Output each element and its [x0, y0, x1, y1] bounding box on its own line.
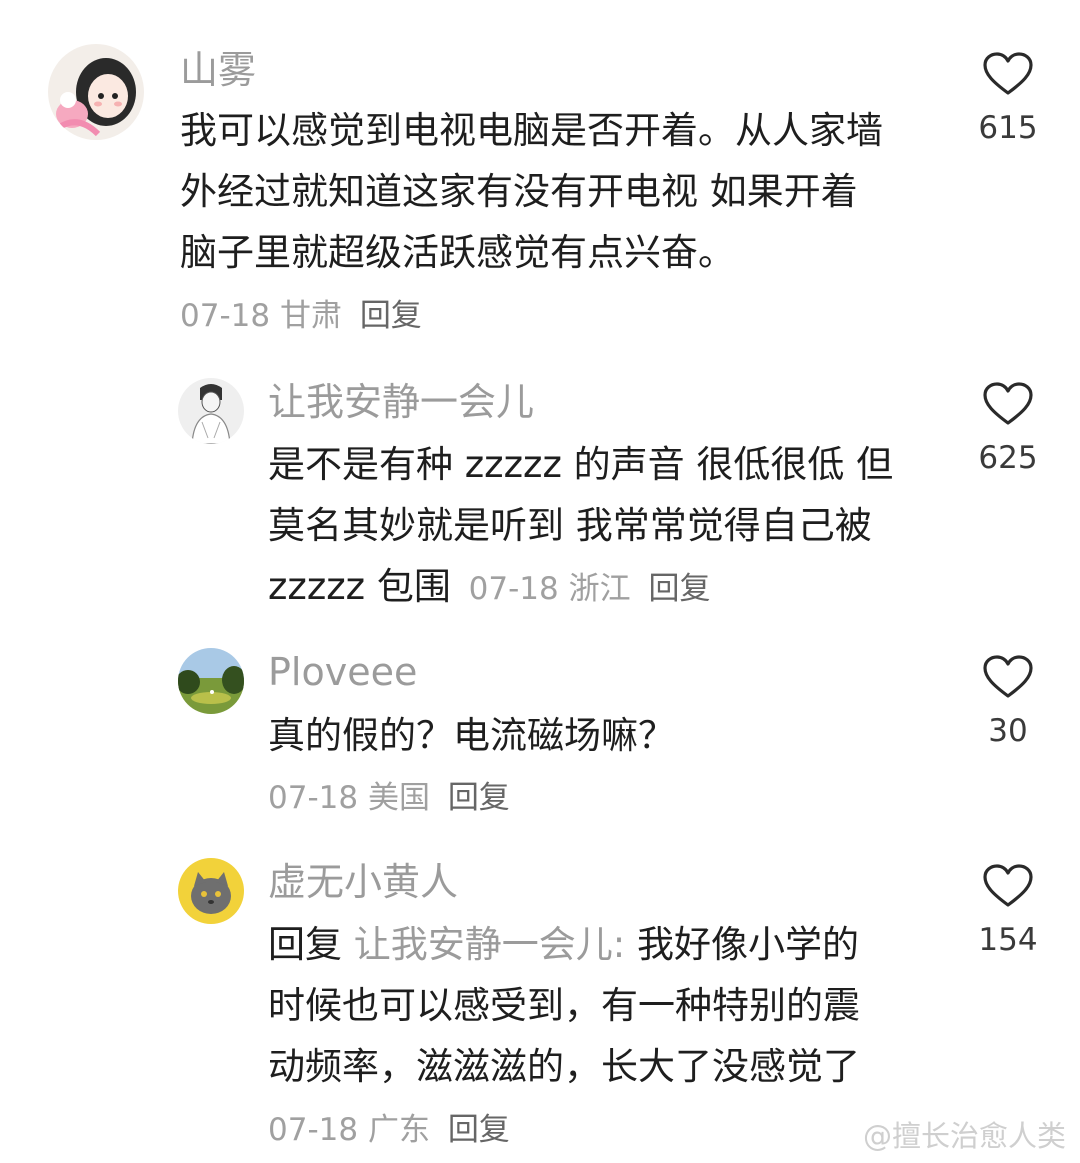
heart-icon: [983, 655, 1033, 698]
comment-text-line: 我可以感觉到电视电脑是否开着。从人家墙: [180, 109, 883, 152]
comment-text-line: 真的假的？电流磁场嘛？: [268, 714, 675, 757]
comment-location: 广东: [367, 1112, 430, 1148]
comment-location: 浙江: [568, 571, 631, 607]
comment-text: 是不是有种 zzzzz 的声音 很低很低 但 莫名其妙就是听到 我常常觉得自己被…: [268, 434, 948, 620]
comment-meta: 07-18 广东 回复: [268, 1110, 510, 1150]
comment-meta: 07-18 甘肃 回复: [180, 296, 422, 336]
reply-target-username[interactable]: 让我安静一会儿:: [354, 923, 625, 966]
like-count: 615: [978, 110, 1038, 146]
comment-location: 甘肃: [279, 298, 342, 334]
comment-username[interactable]: 让我安静一会儿: [268, 380, 534, 424]
watermark: @擅长治愈人类: [862, 1119, 1066, 1153]
like-button[interactable]: 625: [968, 382, 1048, 476]
comment-text-line: 时候也可以感受到，有一种特别的震: [268, 984, 860, 1027]
like-count: 625: [978, 440, 1038, 476]
comment-text: 我可以感觉到电视电脑是否开着。从人家墙 外经过就知道这家有没有开电视 如果开着 …: [180, 100, 960, 283]
comment-location: 美国: [367, 780, 430, 816]
avatar[interactable]: [178, 858, 244, 924]
like-count: 154: [978, 922, 1038, 958]
avatar[interactable]: [178, 648, 244, 714]
heart-icon: [983, 52, 1033, 95]
comment-text-line: 动频率，滋滋滋的，长大了没感觉了: [268, 1045, 860, 1088]
anime-girl-avatar-icon: [48, 44, 144, 140]
comment-username[interactable]: 虚无小黄人: [268, 860, 458, 904]
reply-button[interactable]: 回复: [360, 298, 422, 334]
landscape-avatar-icon: [178, 648, 244, 714]
comment-date: 07-18: [268, 780, 359, 816]
comment-text-fragment: 我好像小学的: [625, 923, 859, 966]
like-button[interactable]: 154: [968, 864, 1048, 958]
comment-username[interactable]: 山雾: [180, 48, 256, 92]
heart-icon: [983, 864, 1033, 907]
like-button[interactable]: 615: [968, 52, 1048, 146]
like-button[interactable]: 30: [968, 655, 1048, 749]
comment-text: 真的假的？电流磁场嘛？: [268, 705, 948, 766]
comment-text-line: 回复 让我安静一会儿: 我好像小学的: [268, 914, 948, 975]
comment-text-line: 莫名其妙就是听到 我常常觉得自己被: [268, 504, 872, 547]
reply-button[interactable]: 回复: [448, 1112, 510, 1148]
comment-text-line: 是不是有种 zzzzz 的声音 很低很低 但: [268, 443, 894, 486]
sketch-person-avatar-icon: [178, 378, 244, 444]
avatar[interactable]: [178, 378, 244, 444]
reply-prefix: 回复: [268, 923, 354, 966]
cat-avatar-icon: [178, 858, 244, 924]
comment-meta: 07-18 美国 回复: [268, 778, 510, 818]
comment-meta: 07-18 浙江 回复: [469, 571, 711, 607]
heart-icon: [983, 382, 1033, 425]
comment-text-line: 外经过就知道这家有没有开电视 如果开着: [180, 170, 858, 213]
reply-button[interactable]: 回复: [448, 780, 510, 816]
comment-date: 07-18: [468, 571, 559, 607]
comment-text-line: 脑子里就超级活跃感觉有点兴奋。: [180, 231, 735, 274]
comment-text-line: zzzzz 包围 07-18 浙江 回复: [268, 556, 948, 620]
comment-text-fragment: zzzzz 包围: [268, 565, 451, 608]
comment-date: 07-18: [268, 1112, 359, 1148]
comment-date: 07-18: [180, 298, 271, 334]
avatar[interactable]: [48, 44, 144, 140]
comment-text: 回复 让我安静一会儿: 我好像小学的 时候也可以感受到，有一种特别的震 动频率，…: [268, 914, 948, 1097]
like-count: 30: [988, 713, 1028, 749]
reply-button[interactable]: 回复: [648, 571, 710, 607]
comment-username[interactable]: Ploveee: [268, 650, 417, 694]
